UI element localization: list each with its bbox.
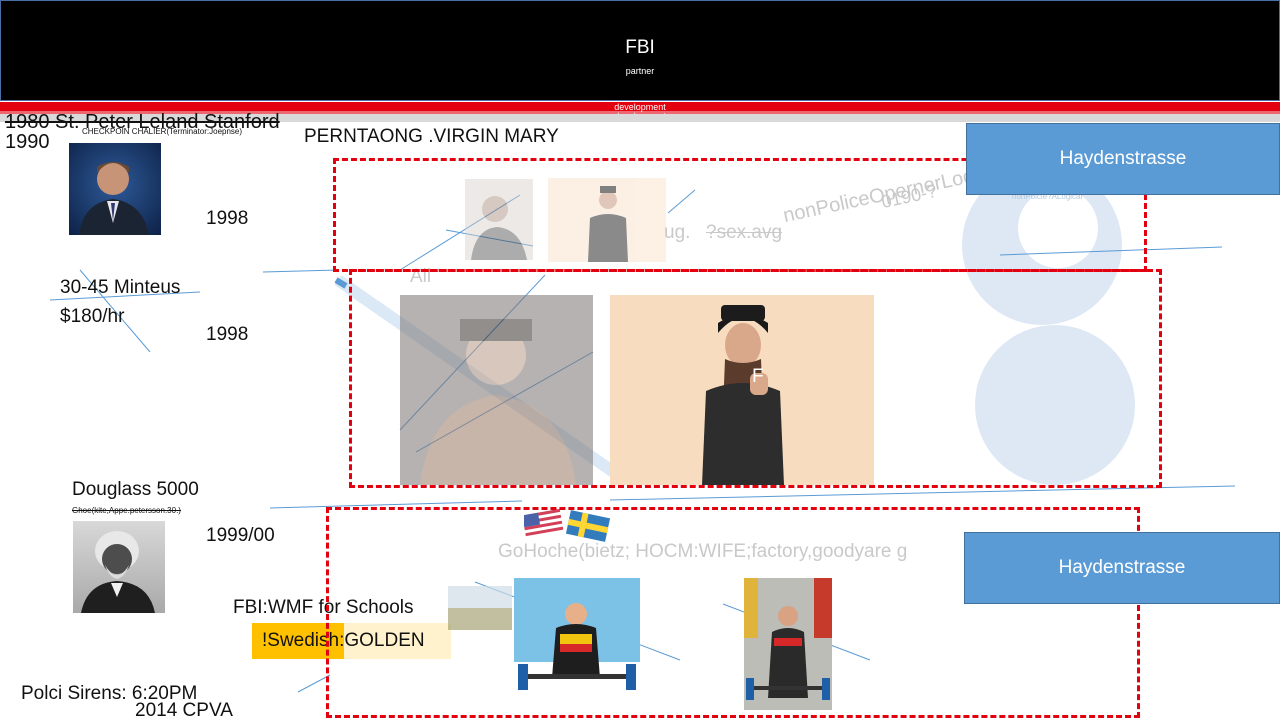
rate-label: $180/hr — [60, 306, 125, 327]
year-1998-b: 1998 — [206, 324, 249, 345]
year-1998-a: 1998 — [206, 208, 249, 229]
year-1999: 1999/00 — [206, 525, 275, 546]
portrait-photo-1 — [69, 143, 161, 235]
year-1990: 1990 — [5, 131, 50, 153]
checkpoint-caption: CHECKPOIN CHALIER(Terminator:Joepnse) — [82, 127, 243, 136]
portrait-figure-2 — [81, 531, 155, 613]
minutes-label: 30-45 Minteus — [60, 277, 181, 298]
dashed-box-middle — [349, 269, 1162, 488]
portrait-figure-1 — [79, 162, 149, 235]
haydenstrasse-button-bottom[interactable]: Haydenstrasse — [964, 532, 1280, 604]
douglass-label: Douglass 5000 — [72, 479, 199, 500]
cpva-label: 2014 CPVA — [135, 700, 233, 721]
virgin-mary-heading: PERNTAONG .VIRGIN MARY — [304, 126, 559, 147]
portrait-photo-2 — [73, 521, 165, 613]
haydenstrasse-button-top[interactable]: Haydenstrasse — [966, 123, 1280, 195]
kite-caption: Ghoe(kite,Appe.petersson.30.) — [72, 506, 181, 515]
